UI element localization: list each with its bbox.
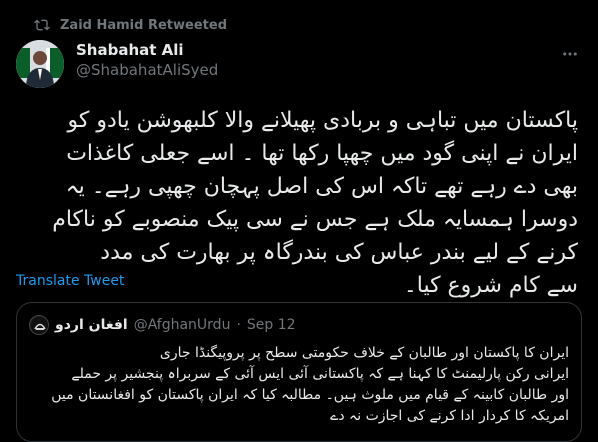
quoted-author-name: افغان اردو	[55, 317, 128, 333]
quoted-author-handle: @AfghanUrdu	[133, 317, 231, 333]
quoted-tweet[interactable]: افغان اردو @AfghanUrdu · Sep 12 ایران کا…	[16, 302, 582, 442]
author-handle[interactable]: @ShabahatAliSyed	[76, 60, 218, 80]
author-name[interactable]: Shabahat Ali	[76, 40, 218, 60]
quoted-separator: ·	[236, 317, 241, 333]
more-icon[interactable]	[558, 42, 582, 66]
avatar[interactable]	[16, 40, 64, 88]
quoted-date: Sep 12	[246, 317, 296, 333]
retweet-icon	[34, 17, 50, 33]
author-block: Shabahat Ali @ShabahatAliSyed	[76, 40, 218, 80]
quoted-avatar	[29, 315, 49, 335]
quoted-tweet-text: ایران کا پاکستان اور طالبان کے خلاف حکوم…	[51, 345, 569, 424]
retweet-label[interactable]: Zaid Hamid Retweeted	[60, 18, 227, 33]
retweet-context: Zaid Hamid Retweeted	[34, 16, 227, 34]
translate-tweet-link[interactable]: Translate Tweet	[16, 273, 124, 289]
quoted-tweet-header: افغان اردو @AfghanUrdu · Sep 12	[29, 315, 296, 335]
